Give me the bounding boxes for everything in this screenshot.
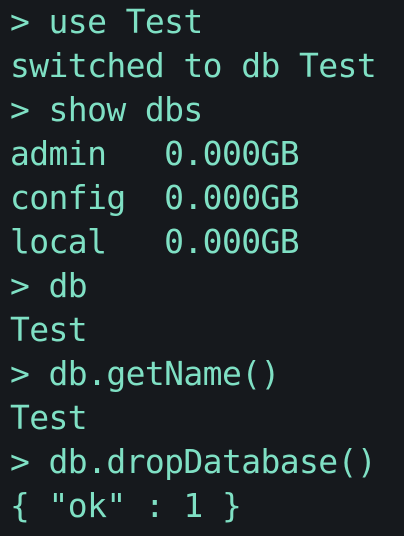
output-line-config: config 0.000GB [10,178,300,217]
output-line-getname: Test [10,398,88,437]
output-line-switched: switched to db Test [10,46,377,85]
command-line-dropdatabase: > db.dropDatabase() [10,442,377,481]
output-line-db-name: Test [10,310,88,349]
output-line-ok: { "ok" : 1 } [10,486,242,525]
command-line-use: > use Test [10,2,203,41]
output-line-admin: admin 0.000GB [10,134,300,173]
command-line-getname: > db.getName() [10,354,280,393]
terminal-output[interactable]: > use Test switched to db Test > show db… [0,0,404,536]
output-line-local: local 0.000GB [10,222,300,261]
command-line-db: > db [10,266,88,305]
command-line-show-dbs: > show dbs [10,90,203,129]
